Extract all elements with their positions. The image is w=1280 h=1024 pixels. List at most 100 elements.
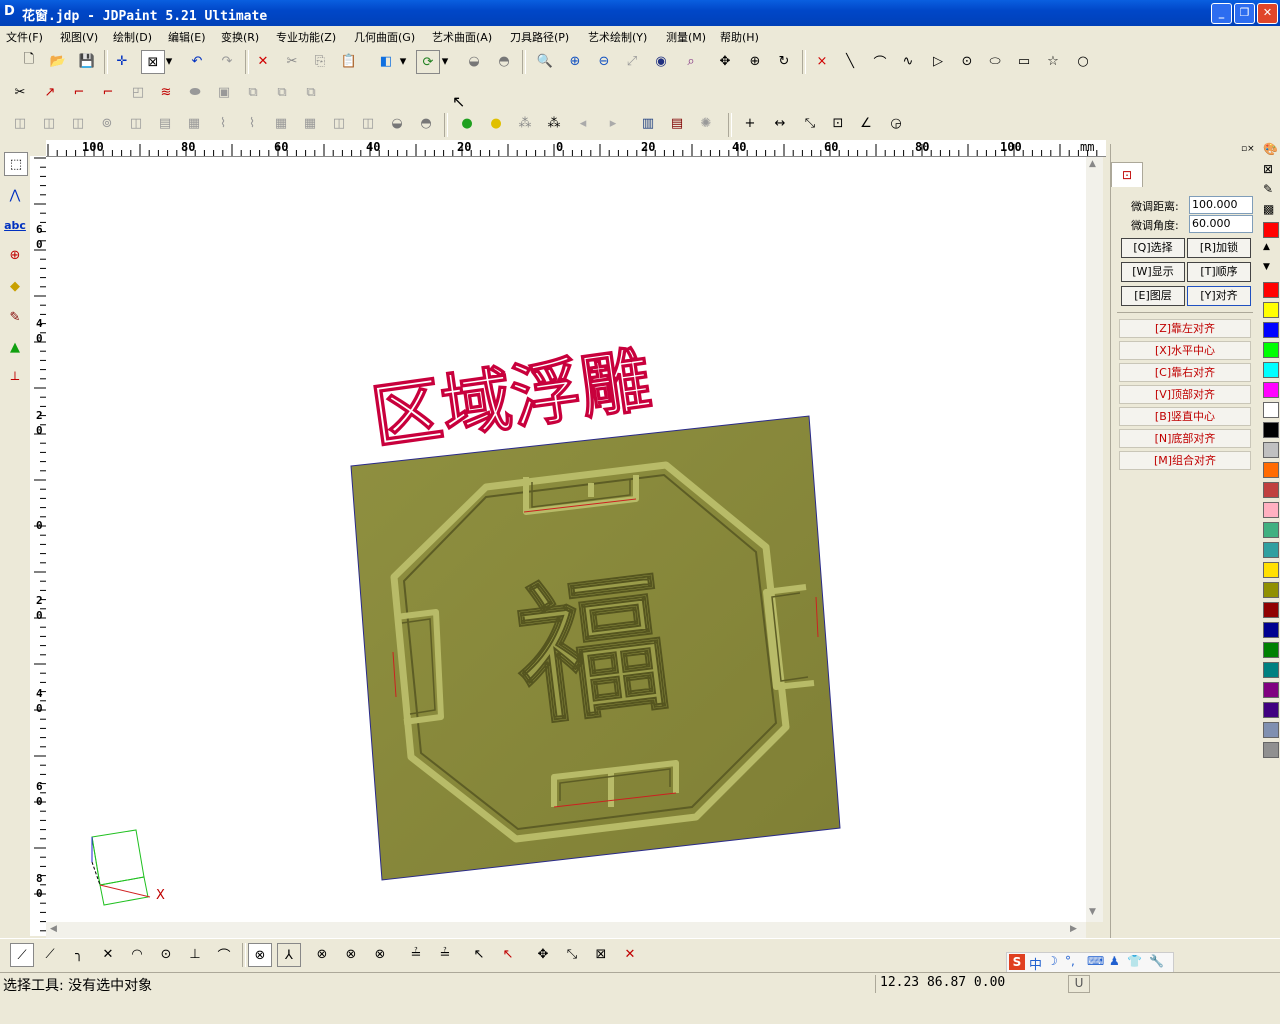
color-swatch[interactable]: [1263, 602, 1279, 618]
surface-tool-icon[interactable]: ⌇: [241, 112, 263, 134]
new-file-icon[interactable]: 🗋: [18, 50, 40, 72]
zoom-icon[interactable]: ⊕: [744, 50, 766, 72]
material-icon[interactable]: ▥: [637, 112, 659, 134]
rectangle-icon[interactable]: ▭: [1013, 50, 1035, 72]
arrow-right-icon[interactable]: ▸: [602, 112, 624, 134]
capsule-icon[interactable]: ⬬: [184, 81, 206, 103]
surface-tool-icon[interactable]: ▦: [270, 112, 292, 134]
ellipse-icon[interactable]: ⬭: [984, 50, 1006, 72]
color-swatch[interactable]: [1263, 402, 1279, 418]
view-3d-icon[interactable]: ◧: [375, 50, 397, 72]
align-hcenter-button[interactable]: [X]水平中心: [1119, 341, 1251, 360]
redo-icon[interactable]: ↷: [216, 50, 238, 72]
frame-icon[interactable]: ▣: [213, 81, 235, 103]
radius-icon[interactable]: ◶: [885, 112, 907, 134]
surface-tool-icon[interactable]: ◫: [328, 112, 350, 134]
align-group-button[interactable]: [M]组合对齐: [1119, 451, 1251, 470]
select-box-icon[interactable]: ⊠: [141, 50, 165, 74]
delete-icon[interactable]: ✕: [252, 50, 274, 72]
align-bottom-button[interactable]: [N]底部对齐: [1119, 429, 1251, 448]
color-swatch[interactable]: [1263, 682, 1279, 698]
spline-icon[interactable]: ∿: [897, 50, 919, 72]
snap-intersection-icon[interactable]: ✕: [97, 943, 119, 965]
dimension-icon[interactable]: ↔: [769, 112, 791, 134]
circle-center-icon[interactable]: ⊙: [956, 50, 978, 72]
color-swatch[interactable]: [1263, 662, 1279, 678]
menu-help[interactable]: 帮助(H): [720, 29, 759, 45]
star-icon[interactable]: ☆: [1042, 50, 1064, 72]
menu-file[interactable]: 文件(F): [6, 29, 43, 45]
menu-measure[interactable]: 测量(M): [666, 29, 706, 45]
color-swatch[interactable]: [1263, 322, 1279, 338]
chevron-down-icon[interactable]: ▾: [163, 50, 175, 72]
align-right-button[interactable]: [C]靠右对齐: [1119, 363, 1251, 382]
zoom-in-icon[interactable]: ⊕: [564, 50, 586, 72]
surface-tool-icon[interactable]: ⌇: [212, 112, 234, 134]
snap-point-icon[interactable]: ⊗: [248, 943, 272, 967]
point-icon[interactable]: ×: [811, 50, 833, 72]
drawing-canvas[interactable]: 区域浮雕 福 X: [46, 157, 1086, 922]
arc-icon[interactable]: ⌒: [869, 50, 891, 72]
fine-tune-angle-input[interactable]: 60.000: [1189, 215, 1253, 233]
crosshair-icon[interactable]: ✛: [111, 50, 133, 72]
surface-tool-icon[interactable]: ▦: [183, 112, 205, 134]
menu-toolpath[interactable]: 刀具路径(P): [510, 29, 569, 45]
color-swatch[interactable]: [1263, 542, 1279, 558]
layer-button[interactable]: [E]图层: [1121, 286, 1185, 306]
dimension-angle-icon[interactable]: ⤡: [799, 112, 821, 134]
align-button[interactable]: [Y]对齐: [1187, 286, 1251, 306]
measure-icon[interactable]: ⟂: [4, 365, 26, 387]
color-swatch[interactable]: [1263, 502, 1279, 518]
color-swatch[interactable]: [1263, 582, 1279, 598]
surface-tool-icon[interactable]: ▤: [154, 112, 176, 134]
toolpath-icon[interactable]: ▲: [4, 336, 26, 358]
circle-icon[interactable]: ○: [1072, 50, 1094, 72]
ungroup-icon[interactable]: ⧉: [300, 81, 322, 103]
zoom-all-icon[interactable]: ⌕: [680, 50, 702, 72]
no-fill-icon[interactable]: ⊠: [1263, 162, 1273, 176]
node-edit-icon[interactable]: ⋀: [4, 184, 26, 206]
lights-multi-icon[interactable]: ⁂: [543, 112, 565, 134]
add-point-icon[interactable]: +: [739, 112, 761, 134]
zoom-prev-icon[interactable]: ⤢: [621, 50, 643, 72]
snap-perpendicular-icon[interactable]: ⊥: [184, 943, 206, 965]
effect-icon[interactable]: ✺: [695, 112, 717, 134]
color-swatch[interactable]: [1263, 382, 1279, 398]
dimension-box-icon[interactable]: ⊡: [827, 112, 849, 134]
join-icon[interactable]: ⤡: [561, 943, 583, 965]
snap-midpoint-icon[interactable]: ⟋: [39, 943, 61, 965]
surface-tool-icon[interactable]: ◫: [357, 112, 379, 134]
color-swatch[interactable]: [1263, 422, 1279, 438]
extend-icon[interactable]: ↗: [39, 81, 61, 103]
texture-icon[interactable]: ▤: [666, 112, 688, 134]
keyboard-icon[interactable]: ⌨: [1087, 954, 1104, 968]
lock-button[interactable]: [R]加锁: [1187, 238, 1251, 258]
snap-layer-icon[interactable]: ≟: [434, 943, 456, 965]
surface-tool-icon[interactable]: ◫: [125, 112, 147, 134]
surface-icon[interactable]: ◆: [4, 275, 26, 297]
snap-grid-icon[interactable]: ⊗: [340, 943, 362, 965]
cancel-icon[interactable]: ✕: [619, 943, 641, 965]
align-left-button[interactable]: [Z]靠左对齐: [1119, 319, 1251, 338]
fine-tune-distance-input[interactable]: 100.000: [1189, 196, 1253, 214]
close-button[interactable]: ✕: [1257, 3, 1278, 24]
align-top-button[interactable]: [V]顶部对齐: [1119, 385, 1251, 404]
paste-icon[interactable]: 📋: [338, 50, 360, 72]
pan-icon[interactable]: ✥: [714, 50, 736, 72]
transform-icon[interactable]: ⊕: [4, 244, 26, 266]
snap-center-icon[interactable]: ⊙: [155, 943, 177, 965]
refresh-icon[interactable]: ↻: [773, 50, 795, 72]
color-swatch[interactable]: [1263, 742, 1279, 758]
color-swatch[interactable]: [1263, 702, 1279, 718]
line-icon[interactable]: ╲: [839, 50, 861, 72]
menu-art-surface[interactable]: 艺术曲面(A): [432, 29, 492, 45]
snap-layer-icon[interactable]: ≟: [405, 943, 427, 965]
polyline-icon[interactable]: ▷: [927, 50, 949, 72]
color-swatch[interactable]: [1263, 642, 1279, 658]
punctuation-icon[interactable]: °,: [1065, 954, 1075, 968]
menu-draw[interactable]: 绘制(D): [113, 29, 152, 45]
deselect-node-icon[interactable]: ↖: [497, 943, 519, 965]
open-folder-icon[interactable]: 📂: [47, 50, 69, 72]
undo-icon[interactable]: ↶: [186, 50, 208, 72]
palette-scroll-up-icon[interactable]: ▲: [1263, 242, 1270, 252]
